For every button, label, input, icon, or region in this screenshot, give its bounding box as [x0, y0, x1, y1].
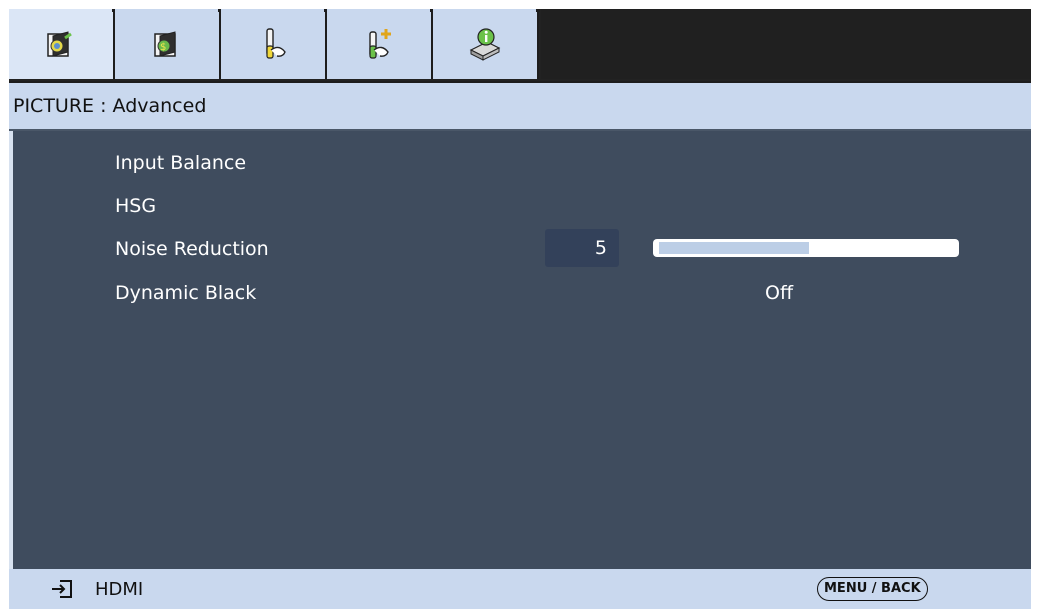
menu-item-input-balance[interactable]: Input Balance — [115, 143, 965, 183]
status-bar: HDMI MENU / BACK — [9, 569, 1031, 609]
tab-bar: $ — [9, 9, 1031, 81]
tools-plus-icon — [369, 29, 391, 59]
page-title-text: PICTURE : Advanced — [13, 95, 207, 117]
menu-list: Input Balance HSG Noise Reduction 5 Dyna… — [9, 131, 1031, 569]
menu-item-dynamic-black[interactable]: Dynamic Black Off — [115, 273, 965, 313]
picture-icon — [47, 31, 72, 57]
noise-reduction-value: 5 — [545, 229, 619, 267]
noise-reduction-slider[interactable] — [653, 239, 959, 257]
menu-item-label: Noise Reduction — [115, 238, 269, 260]
svg-text:$: $ — [160, 42, 166, 53]
input-source-icon — [52, 580, 72, 598]
menu-item-label: Input Balance — [115, 152, 247, 174]
menu-back-button[interactable]: MENU / BACK — [817, 577, 928, 601]
tab-info[interactable] — [433, 9, 540, 79]
tab-setup[interactable] — [221, 9, 328, 79]
menu-item-label: HSG — [115, 195, 157, 217]
menu-item-noise-reduction[interactable]: Noise Reduction 5 — [115, 229, 965, 269]
info-icon — [469, 28, 501, 61]
menu-item-label: Dynamic Black — [115, 282, 257, 304]
tab-picture-settings[interactable]: $ — [115, 9, 222, 79]
tab-picture[interactable] — [9, 9, 116, 79]
menu-item-hsg[interactable]: HSG — [115, 186, 965, 226]
osd-menu: $ PICTURE: Advanced Input Balance HSG N… — [9, 9, 1031, 609]
picture-settings-icon: $ — [154, 31, 176, 57]
tools-icon — [266, 28, 286, 59]
dynamic-black-value: Off — [765, 282, 794, 304]
tab-advanced-setup[interactable] — [327, 9, 434, 79]
page-title: PICTURE : Advanced — [9, 81, 1031, 129]
input-source-label: HDMI — [95, 579, 144, 600]
slider-fill — [659, 242, 809, 254]
tabbar-empty-area — [541, 9, 1031, 79]
